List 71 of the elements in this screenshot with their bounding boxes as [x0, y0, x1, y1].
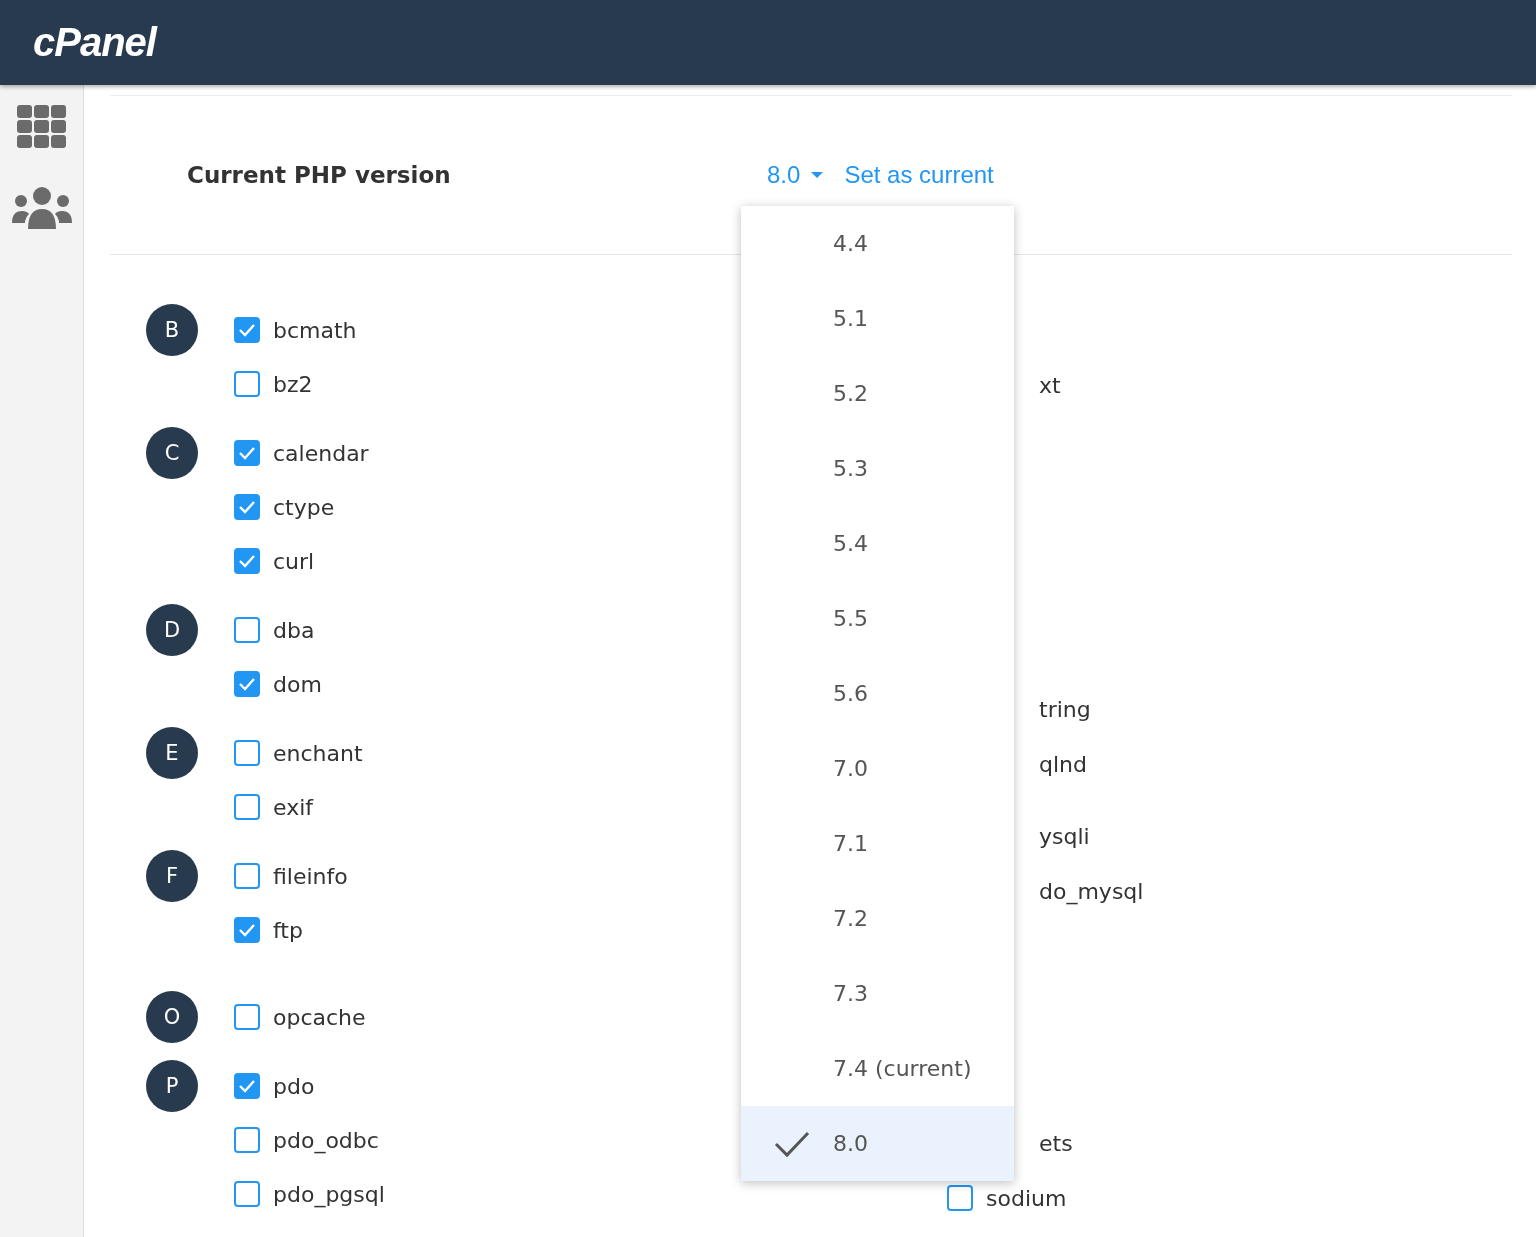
checkbox[interactable]	[234, 494, 260, 520]
checkbox[interactable]	[234, 617, 260, 643]
version-option[interactable]: 5.2	[741, 356, 1014, 431]
version-option[interactable]: 5.3	[741, 431, 1014, 506]
checkbox[interactable]	[234, 1127, 260, 1153]
checkbox[interactable]	[234, 740, 260, 766]
version-option[interactable]: 5.1	[741, 281, 1014, 356]
version-option[interactable]: 7.3	[741, 956, 1014, 1031]
letter-badge: P	[146, 1060, 198, 1112]
letter-badge: E	[146, 727, 198, 779]
checkbox[interactable]	[234, 1181, 260, 1207]
version-option[interactable]: 5.6	[741, 656, 1014, 731]
checkmark-icon	[238, 554, 256, 568]
extension-name: ysqli	[1039, 824, 1090, 849]
checkmark-icon	[238, 677, 256, 691]
version-option[interactable]: 5.5	[741, 581, 1014, 656]
letter-badge: C	[146, 427, 198, 479]
version-option[interactable]: 4.4	[741, 206, 1014, 281]
extension-name: pdo_pgsql	[273, 1181, 385, 1207]
checkbox[interactable]	[234, 863, 260, 889]
checkbox[interactable]	[234, 371, 260, 397]
version-option[interactable]: 7.4 (current)	[741, 1031, 1014, 1106]
checkmark-icon	[238, 446, 256, 460]
checkmark-icon	[774, 1129, 810, 1158]
letter-badge: O	[146, 991, 198, 1043]
extension-name: bcmath	[273, 317, 357, 343]
extension-name: dom	[273, 671, 322, 697]
checkbox[interactable]	[234, 317, 260, 343]
checkbox[interactable]	[947, 1185, 973, 1211]
users-icon[interactable]	[11, 187, 72, 231]
extension-name: pdo	[273, 1073, 315, 1099]
extension-name: ftp	[273, 917, 303, 943]
letter-badge: F	[146, 850, 198, 902]
checkbox[interactable]	[234, 671, 260, 697]
extension-name: curl	[273, 548, 315, 574]
extension-name: dba	[273, 617, 315, 643]
checkbox[interactable]	[234, 1004, 260, 1030]
extension-name: exif	[273, 794, 314, 820]
letter-badge: B	[146, 304, 198, 356]
php-version-label: Current PHP version	[187, 162, 452, 188]
version-option[interactable]: 7.2	[741, 881, 1014, 956]
extension-name: fileinfo	[273, 863, 348, 889]
extension-name: bz2	[273, 371, 313, 397]
logo: cPanel	[33, 20, 156, 65]
extension-name: do_mysql	[1039, 879, 1144, 904]
checkbox[interactable]	[234, 548, 260, 574]
grid-icon[interactable]	[16, 105, 67, 149]
extension-name: xt	[1039, 373, 1061, 398]
version-option[interactable]: 7.0	[741, 731, 1014, 806]
extension-name: ets	[1039, 1131, 1073, 1156]
checkmark-icon	[238, 1079, 256, 1093]
caret-icon	[810, 171, 825, 179]
version-option[interactable]: 7.1	[741, 806, 1014, 881]
extension-name: ctype	[273, 494, 335, 520]
extension-name: qlnd	[1039, 752, 1087, 777]
extension-name: pdo_odbc	[273, 1127, 379, 1153]
extension-name: sodium	[986, 1185, 1067, 1211]
checkmark-icon	[238, 323, 256, 337]
checkbox[interactable]	[234, 917, 260, 943]
extension-name: opcache	[273, 1004, 366, 1030]
checkbox[interactable]	[234, 1073, 260, 1099]
version-option[interactable]: 8.0	[741, 1106, 1014, 1181]
checkbox[interactable]	[234, 440, 260, 466]
checkbox[interactable]	[234, 794, 260, 820]
letter-badge: D	[146, 604, 198, 656]
extension-name: enchant	[273, 740, 363, 766]
checkmark-icon	[238, 923, 256, 937]
version-option[interactable]: 5.4	[741, 506, 1014, 581]
extension-name: tring	[1039, 697, 1091, 722]
extension-name: calendar	[273, 440, 369, 466]
checkmark-icon	[238, 500, 256, 514]
